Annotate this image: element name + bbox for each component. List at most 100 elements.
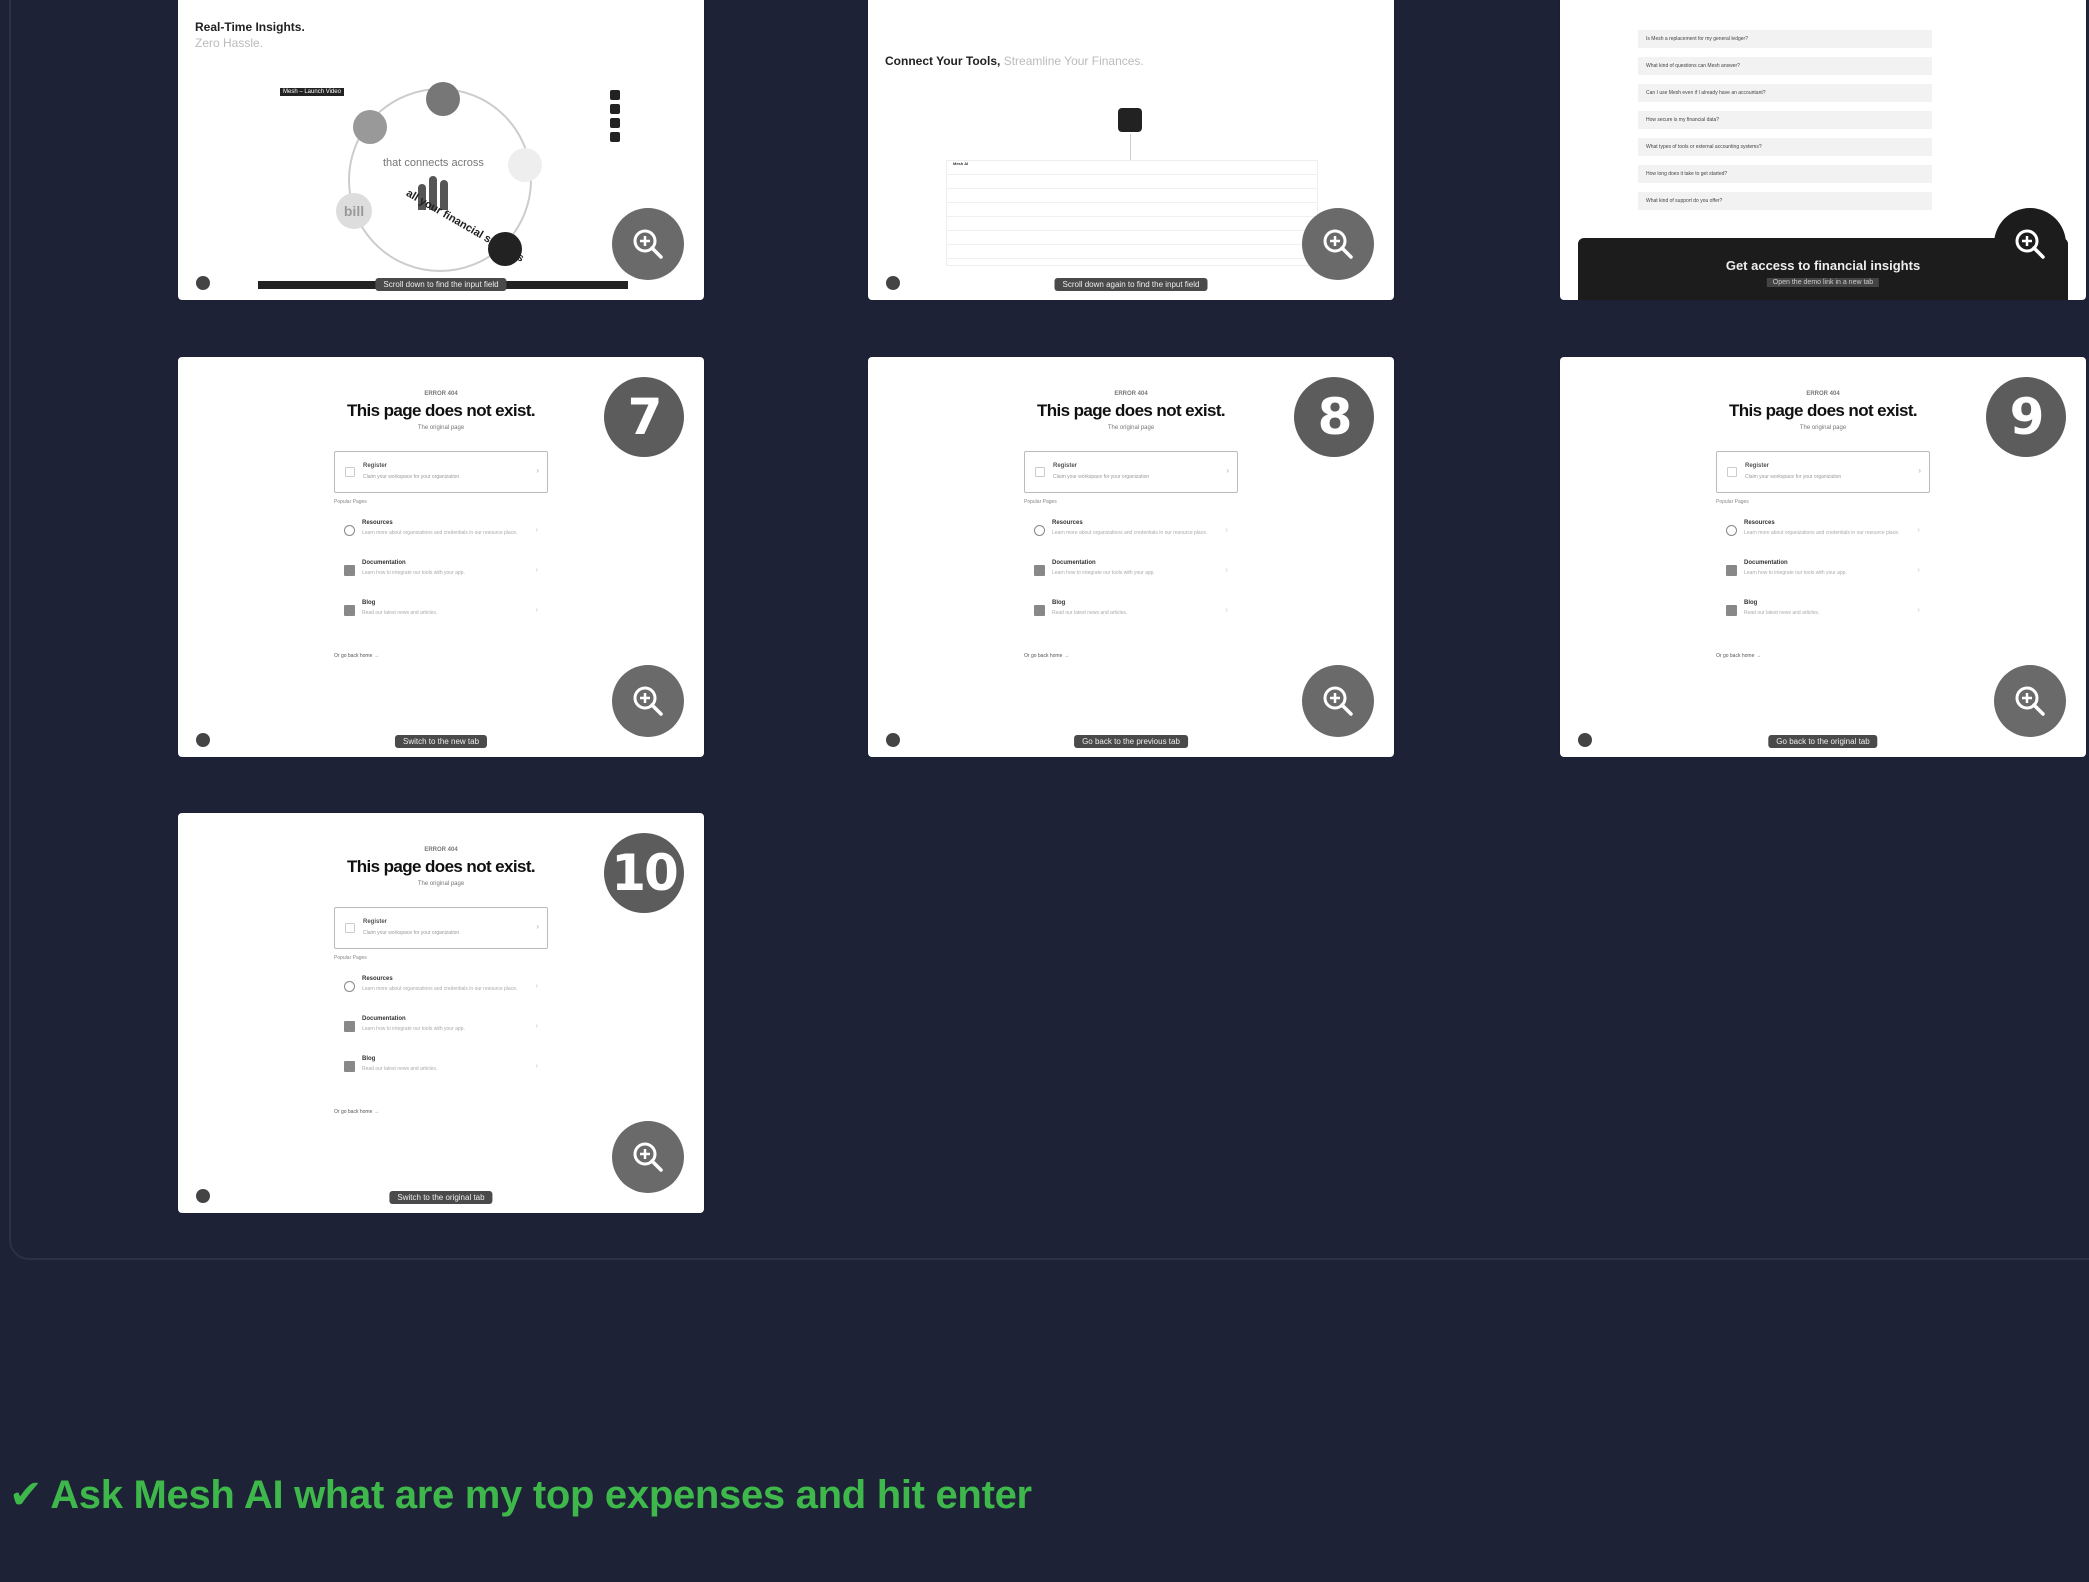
video-control-icon[interactable] [610, 132, 620, 142]
zoom-in-button[interactable] [1994, 208, 2066, 280]
chevron-right-icon: › [535, 1021, 538, 1030]
faq-item[interactable]: What types of tools or external accounti… [1638, 138, 1932, 156]
table-row [947, 189, 1317, 203]
blog-icon [344, 605, 355, 616]
zoom-in-button[interactable] [612, 1121, 684, 1193]
chevron-right-icon: › [535, 981, 538, 990]
blog-icon [344, 1061, 355, 1072]
screenshot-card-9: ERROR 404 This page does not exist. The … [1560, 357, 2086, 757]
video-control-icon[interactable] [610, 104, 620, 114]
list-item[interactable]: Documentation Learn how to integrate our… [1716, 557, 1928, 587]
item-desc: Learn more about organizations and crede… [362, 530, 518, 536]
list-item[interactable]: Documentation Learn how to integrate our… [1024, 557, 1236, 587]
list-item[interactable]: Documentation Learn how to integrate our… [334, 1013, 546, 1043]
item-desc: Learn how to integrate our tools with yo… [362, 1026, 465, 1032]
faq-item[interactable]: What kind of support do you offer? [1638, 192, 1932, 210]
step-caption: Scroll down to find the input field [375, 278, 507, 291]
table-row [947, 203, 1317, 217]
table-header: Mesh AI [947, 161, 1317, 175]
card-title: Connect Your Tools, Streamline Your Fina… [885, 54, 1144, 68]
zoom-in-button[interactable] [1302, 665, 1374, 737]
video-control-icon[interactable] [610, 118, 620, 128]
faq-item[interactable]: How long does it take to get started? [1638, 165, 1932, 183]
register-desc: Claim your workspace for your organizati… [1053, 474, 1150, 480]
mesh-app-icon [1118, 108, 1142, 132]
table-row [947, 175, 1317, 189]
blog-icon [1726, 605, 1737, 616]
checkbox-icon [345, 923, 355, 933]
step-number-badge: 7 [604, 377, 684, 457]
step-caption: Switch to the new tab [394, 735, 488, 748]
chevron-right-icon: › [1917, 605, 1920, 614]
list-item[interactable]: Blog Read our latest news and articles. … [334, 597, 546, 627]
faq-item[interactable]: Can I use Mesh even if I already have an… [1638, 84, 1932, 102]
integration-logo-icon [508, 148, 542, 182]
task-status-line: ✔ Ask Mesh AI what are my top expenses an… [9, 1472, 1032, 1518]
list-item[interactable]: Blog Read our latest news and articles. … [1024, 597, 1236, 627]
item-title: Resources [362, 520, 393, 526]
documentation-icon [344, 1021, 355, 1032]
faq-item[interactable]: What kind of questions can Mesh answer? [1638, 57, 1932, 75]
back-home-link[interactable]: Or go back home → [1716, 653, 1761, 659]
chevron-right-icon: › [535, 525, 538, 534]
back-home-link[interactable]: Or go back home → [1024, 653, 1069, 659]
chevron-right-icon: › [535, 605, 538, 614]
video-control-icon[interactable] [610, 90, 620, 100]
register-card[interactable]: Register Claim your workspace for your o… [334, 907, 548, 949]
card-subtitle: Zero Hassle. [195, 36, 264, 50]
register-card[interactable]: Register Claim your workspace for your o… [1024, 451, 1238, 493]
resources-icon [1726, 525, 1737, 536]
back-home-link[interactable]: Or go back home → [334, 653, 379, 659]
step-caption: Switch to the original tab [389, 1191, 493, 1204]
step-caption: Go back to the previous tab [1074, 735, 1188, 748]
item-title: Resources [362, 976, 393, 982]
popular-pages-label: Popular Pages [1716, 499, 1749, 505]
item-desc: Read our latest news and articles. [362, 610, 438, 616]
list-item[interactable]: Blog Read our latest news and articles. … [334, 1053, 546, 1083]
faq-item[interactable]: How secure is my financial data? [1638, 111, 1932, 129]
item-title: Documentation [1744, 560, 1788, 566]
item-title: Blog [362, 600, 376, 606]
item-title: Documentation [1052, 560, 1096, 566]
step-caption: Go back to the original tab [1768, 735, 1878, 748]
zoom-in-button[interactable] [1994, 665, 2066, 737]
register-card[interactable]: Register Claim your workspace for your o… [334, 451, 548, 493]
zoom-in-icon [2015, 229, 2045, 259]
item-title: Blog [362, 1056, 376, 1062]
register-desc: Claim your workspace for your organizati… [363, 930, 460, 936]
list-item[interactable]: Documentation Learn how to integrate our… [334, 557, 546, 587]
chevron-right-icon: › [1918, 466, 1921, 475]
faq-item[interactable]: Is Mesh a replacement for my general led… [1638, 30, 1932, 48]
zoom-in-icon [633, 686, 663, 716]
checkbox-icon [1727, 467, 1737, 477]
resources-icon [344, 981, 355, 992]
item-title: Resources [1744, 520, 1775, 526]
register-desc: Claim your workspace for your organizati… [363, 474, 460, 480]
chevron-right-icon: › [535, 565, 538, 574]
zoom-in-button[interactable] [612, 208, 684, 280]
item-desc: Learn how to integrate our tools with yo… [1052, 570, 1155, 576]
integration-logo-icon [426, 82, 460, 116]
item-desc: Learn more about organizations and crede… [362, 986, 518, 992]
list-item[interactable]: Resources Learn more about organizations… [334, 517, 546, 547]
register-card[interactable]: Register Claim your workspace for your o… [1716, 451, 1930, 493]
table-row [947, 217, 1317, 231]
list-item[interactable]: Blog Read our latest news and articles. … [1716, 597, 1928, 627]
step-caption: Open the demo link in a new tab [1766, 278, 1880, 287]
chevron-right-icon: › [1225, 565, 1228, 574]
list-item[interactable]: Resources Learn more about organizations… [1024, 517, 1236, 547]
item-title: Resources [1052, 520, 1083, 526]
screenshot-card-5: Connect Your Tools, Streamline Your Fina… [868, 0, 1394, 300]
zoom-in-button[interactable] [612, 665, 684, 737]
register-title: Register [363, 463, 388, 469]
zoom-in-button[interactable] [1302, 208, 1374, 280]
transactions-table: Mesh AI [946, 160, 1318, 266]
integration-logo-icon [488, 232, 522, 266]
step-number-badge: 9 [1986, 377, 2066, 457]
list-item[interactable]: Resources Learn more about organizations… [1716, 517, 1928, 547]
list-item[interactable]: Resources Learn more about organizations… [334, 973, 546, 1003]
zoom-in-icon [1323, 686, 1353, 716]
documentation-icon [1034, 565, 1045, 576]
resources-icon [1034, 525, 1045, 536]
back-home-link[interactable]: Or go back home → [334, 1109, 379, 1115]
